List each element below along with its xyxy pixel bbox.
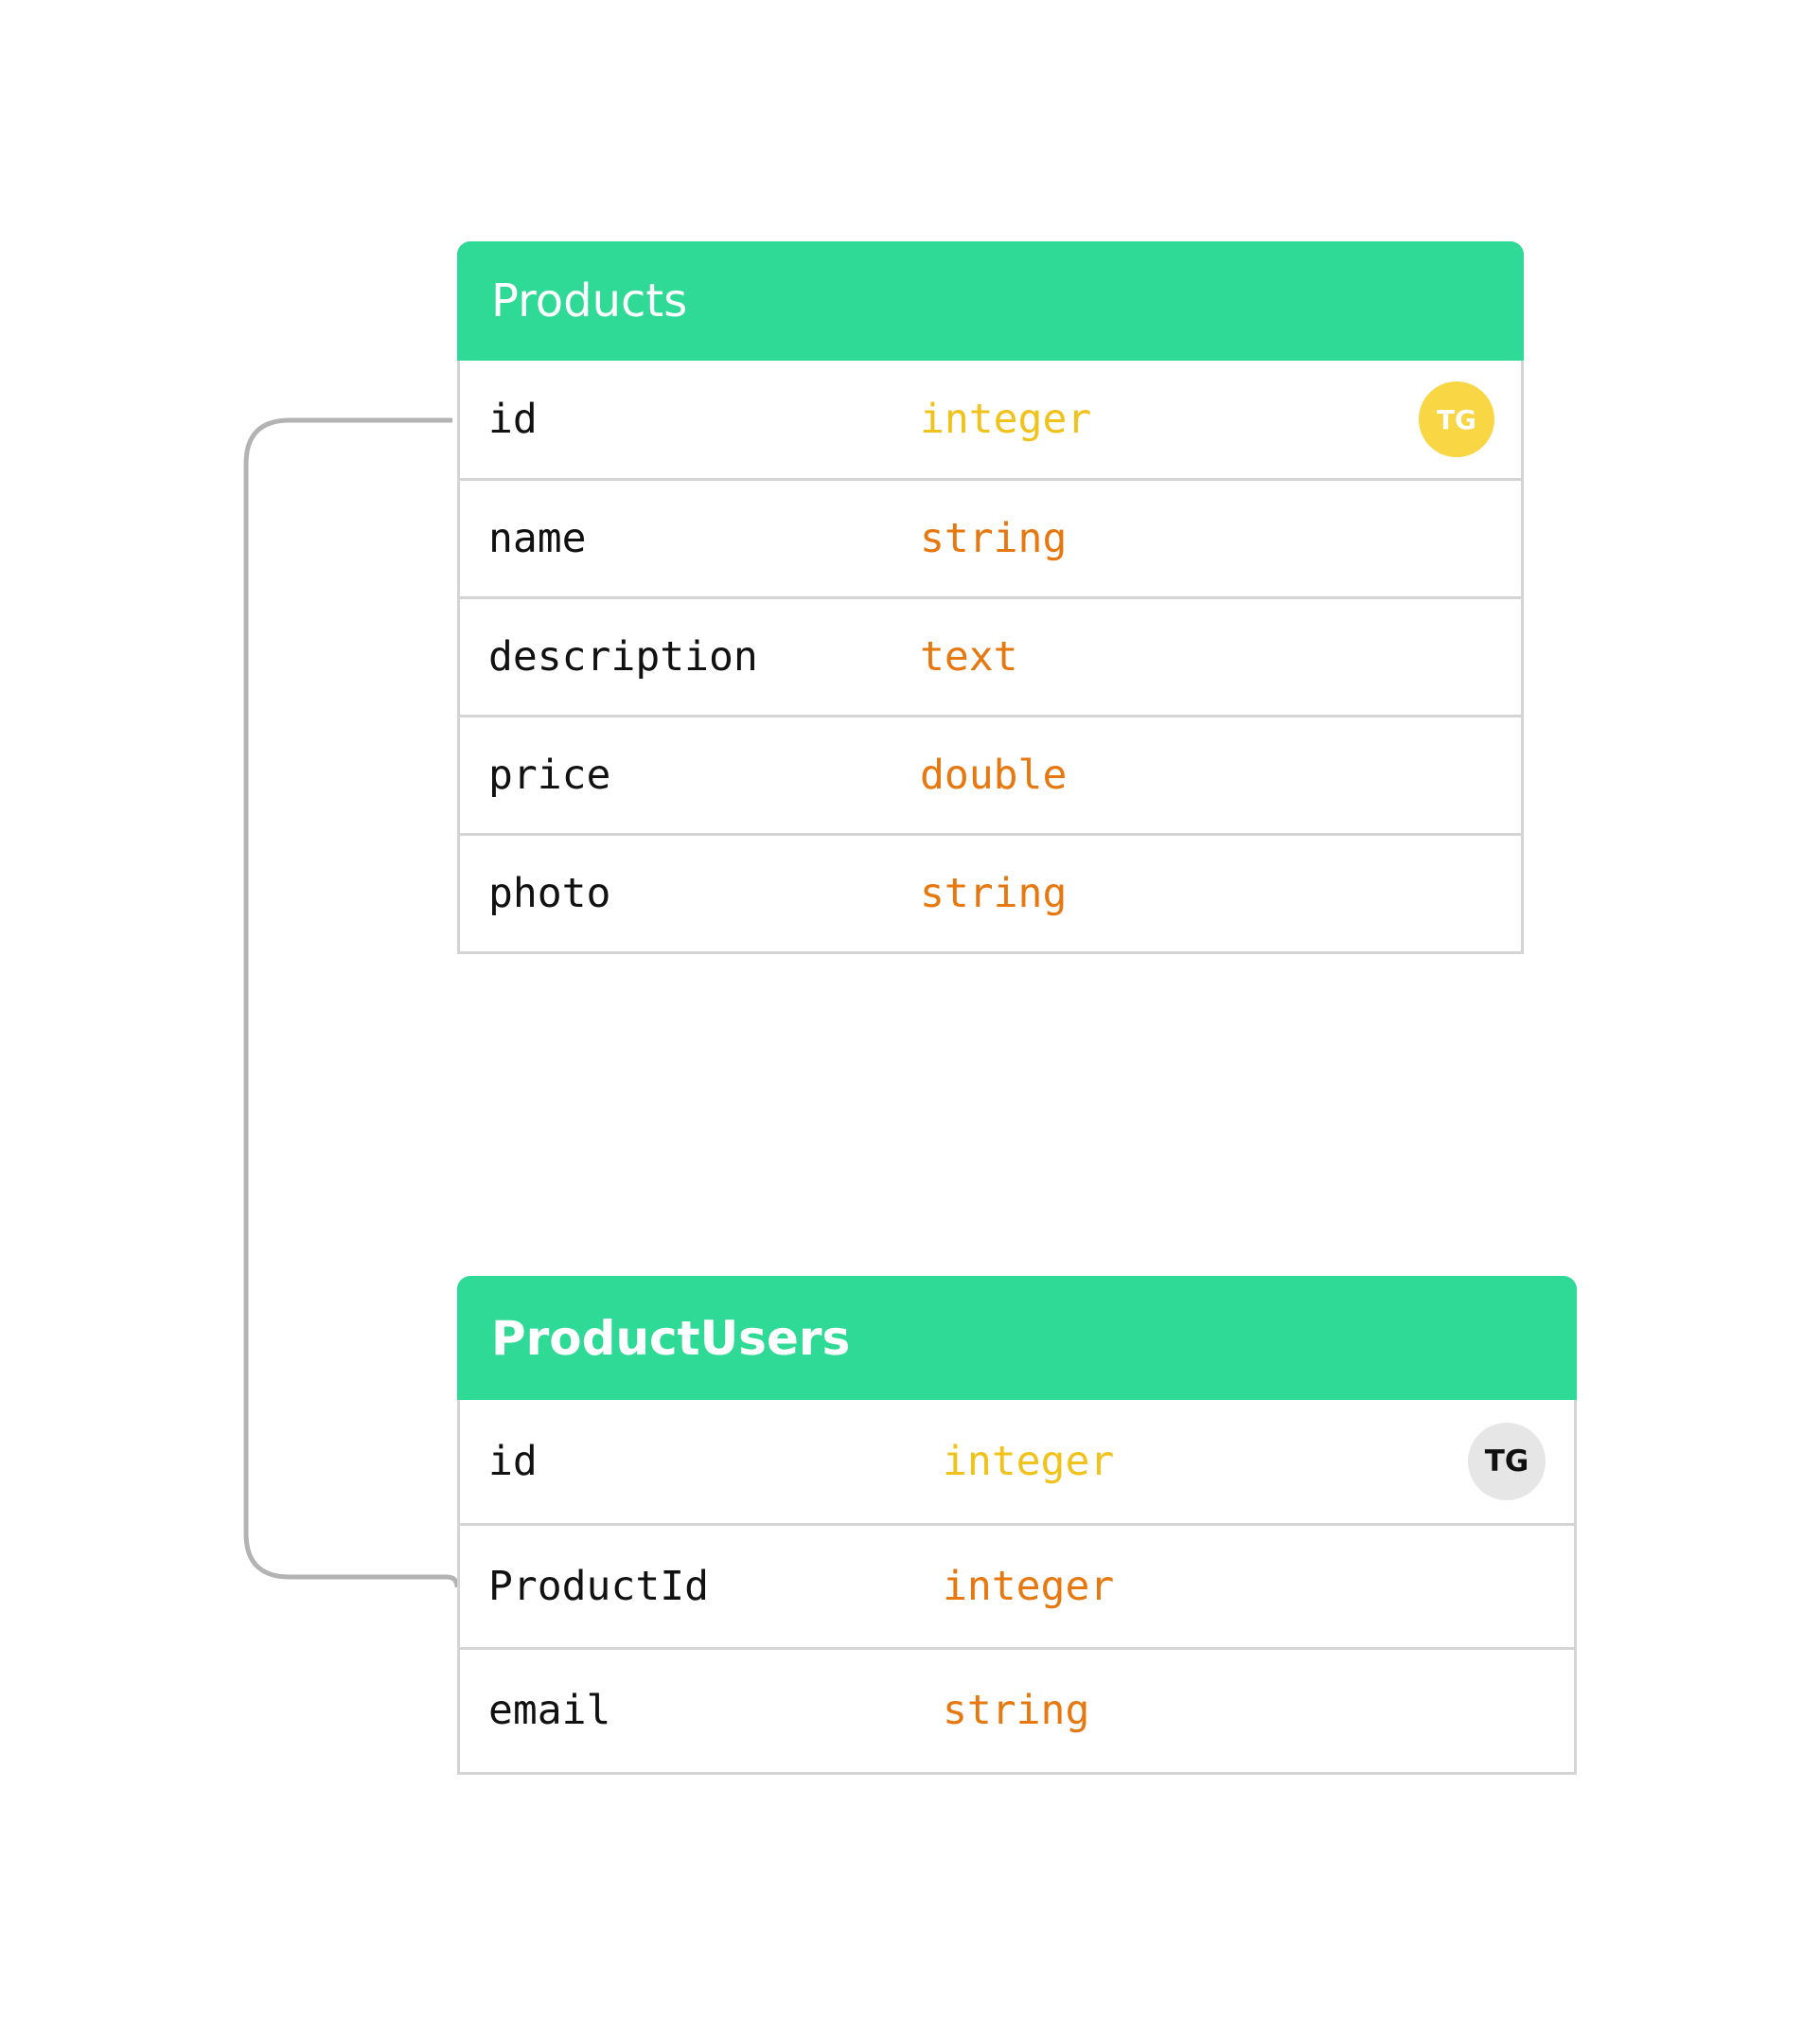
field-row[interactable]: id integer TG [460,1400,1574,1523]
field-type: double [920,752,1068,799]
field-row[interactable]: photo string [460,833,1521,951]
table-title: Products [491,275,688,328]
field-name: email [488,1687,611,1734]
field-row[interactable]: price double [460,715,1521,833]
field-name: ProductId [488,1563,709,1610]
table-header[interactable]: ProductUsers [457,1276,1577,1400]
field-name: photo [488,870,611,917]
field-name: id [488,1438,538,1485]
table-title: ProductUsers [491,1310,851,1366]
field-type: string [920,870,1068,917]
field-name: price [488,752,611,799]
field-type: string [943,1687,1090,1734]
field-row[interactable]: email string [460,1647,1574,1771]
field-row[interactable]: ProductId integer [460,1523,1574,1647]
products-table[interactable]: Products id integer TG name string descr… [457,241,1524,954]
field-type: string [920,515,1068,562]
field-name: name [488,515,587,562]
field-row[interactable]: id integer TG [460,361,1521,478]
field-type: integer [943,1563,1115,1610]
user-avatar-badge[interactable]: TG [1468,1423,1546,1500]
productusers-table[interactable]: ProductUsers id integer TG ProductId int… [457,1276,1577,1775]
field-type: text [920,633,1018,681]
table-header[interactable]: Products [457,241,1524,361]
field-type: integer [943,1438,1115,1485]
field-row[interactable]: description text [460,596,1521,715]
field-name: id [488,396,538,443]
field-type: integer [920,396,1092,443]
user-avatar-badge[interactable]: TG [1419,381,1494,457]
field-name: description [488,633,758,681]
field-row[interactable]: name string [460,478,1521,596]
